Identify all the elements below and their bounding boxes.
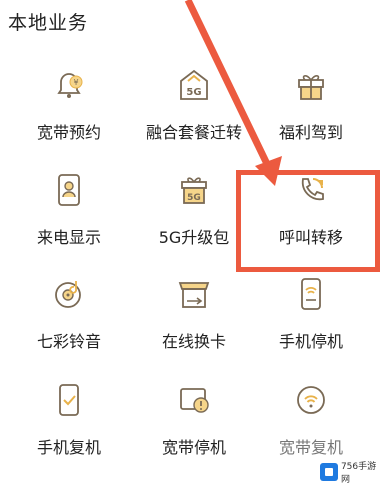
svg-text:5G: 5G <box>186 87 201 98</box>
service-label: 宽带复机 <box>278 438 343 457</box>
svg-text:5G: 5G <box>187 193 201 203</box>
ringtone-disc-icon <box>49 274 89 314</box>
service-sim-swap[interactable]: 在线换卡 <box>134 274 254 374</box>
sim-swap-icon <box>174 274 214 314</box>
service-package-transfer[interactable]: 5G 融合套餐迁转 <box>134 65 254 165</box>
watermark-text: 756手游网 <box>340 462 377 485</box>
broadband-resume-icon <box>291 380 331 420</box>
service-label: 手机停机 <box>278 332 343 351</box>
service-broadband-suspend[interactable]: 宽带停机 <box>134 380 254 480</box>
service-phone-suspend[interactable]: 手机停机 <box>251 274 371 374</box>
phone-resume-icon <box>49 380 89 420</box>
phone-suspend-icon <box>291 274 331 314</box>
watermark: 756手游网 <box>316 460 389 485</box>
service-label: 手机复机 <box>36 438 101 457</box>
5g-upgrade-icon: 5G <box>174 65 214 105</box>
service-broadband-booking[interactable]: ¥ 宽带预约 <box>9 65 129 165</box>
service-label: 在线换卡 <box>161 332 226 351</box>
bell-yen-icon: ¥ <box>49 65 89 105</box>
svg-text:¥: ¥ <box>73 78 78 87</box>
caller-id-icon <box>49 170 89 210</box>
service-label: 七彩铃音 <box>36 332 101 351</box>
service-label: 福利驾到 <box>278 123 343 142</box>
service-ringtone[interactable]: 七彩铃音 <box>9 274 129 374</box>
service-phone-resume[interactable]: 手机复机 <box>9 380 129 480</box>
service-label: 来电显示 <box>36 228 101 247</box>
gift-icon <box>291 65 331 105</box>
service-label: 融合套餐迁转 <box>145 123 242 142</box>
watermark-logo-icon <box>320 463 338 481</box>
highlight-box <box>236 170 380 272</box>
service-label: 宽带预约 <box>36 123 101 142</box>
service-welfare[interactable]: 福利驾到 <box>251 65 371 165</box>
broadband-suspend-icon <box>174 380 214 420</box>
service-caller-id[interactable]: 来电显示 <box>9 170 129 270</box>
service-label: 5G升级包 <box>158 228 230 247</box>
service-label: 宽带停机 <box>161 438 226 457</box>
5g-package-icon: 5G <box>174 170 214 210</box>
